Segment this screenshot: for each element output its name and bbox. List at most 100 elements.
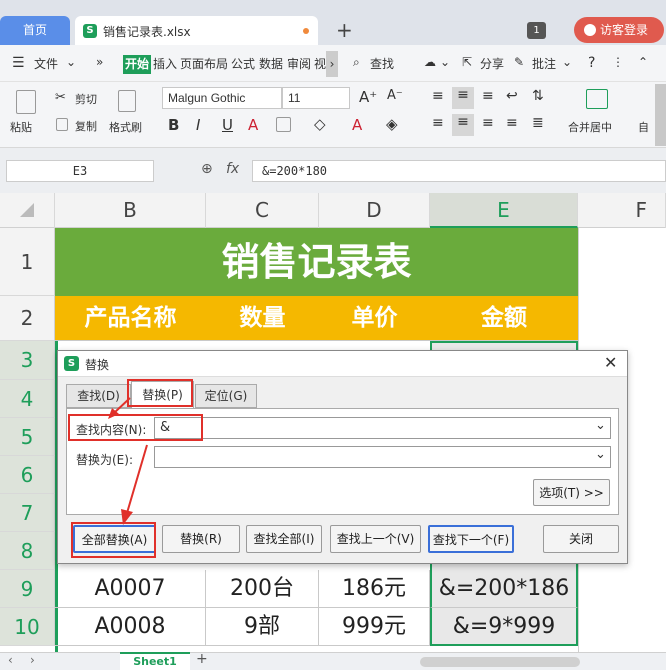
row-header-6[interactable]: 6 (0, 456, 55, 494)
window-count-badge[interactable]: 1 (527, 22, 546, 39)
more-left-icon[interactable]: » (96, 55, 103, 69)
increase-font-icon[interactable]: A⁺ (359, 88, 377, 106)
distributed-icon[interactable]: ≣ (532, 115, 544, 131)
align-left-icon[interactable]: ≡ (432, 115, 444, 131)
underline-icon[interactable]: U (222, 116, 233, 134)
scroll-right-icon[interactable]: › (326, 51, 338, 77)
eraser-icon[interactable]: ◈ (386, 115, 398, 133)
font-color-icon[interactable]: A (248, 116, 258, 134)
formula-input[interactable]: &=200*180 (252, 160, 666, 182)
sheet-tab-sheet1[interactable]: Sheet1 (120, 652, 190, 670)
find-dropdown-icon[interactable]: ⌄ (595, 418, 606, 433)
annotate-icon[interactable]: ✎ (514, 55, 524, 69)
add-sheet-button[interactable]: + (196, 651, 208, 667)
tab-goto[interactable]: 定位(G) (195, 384, 257, 408)
column-header-e[interactable]: E (430, 193, 578, 228)
new-tab-button[interactable]: + (336, 18, 353, 42)
toolbar-scrollbar[interactable] (655, 84, 666, 146)
cell-c9[interactable]: 200台 (206, 570, 319, 608)
header-quantity[interactable]: 数量 (206, 296, 319, 341)
font-size-select[interactable]: 11 (282, 87, 350, 109)
column-header-d[interactable]: D (319, 193, 430, 228)
column-header-b[interactable]: B (55, 193, 206, 228)
next-sheet-icon[interactable]: › (30, 653, 35, 667)
row-header-8[interactable]: 8 (0, 532, 55, 570)
bold-icon[interactable]: B (168, 116, 179, 134)
row-header-1[interactable]: 1 (0, 228, 55, 296)
row-header-9[interactable]: 9 (0, 570, 55, 608)
column-header-f[interactable]: F (578, 193, 666, 228)
collapse-ribbon-icon[interactable]: ⌃ (638, 55, 648, 69)
menu-view[interactable]: 视 (314, 55, 326, 72)
replace-dropdown-icon[interactable]: ⌄ (595, 447, 606, 462)
column-header-c[interactable]: C (206, 193, 319, 228)
menu-search[interactable]: 查找 (370, 55, 394, 72)
menu-annotate[interactable]: 批注 (532, 55, 556, 72)
align-top-icon[interactable]: ≡ (432, 88, 444, 104)
cell-e10[interactable]: &=9*999 (430, 608, 578, 646)
more-icon[interactable]: ⋮ (612, 55, 624, 69)
border-icon[interactable] (276, 117, 291, 132)
align-middle-icon[interactable]: ≡ (452, 87, 474, 109)
hamburger-icon[interactable]: ☰ (12, 55, 25, 71)
chevron-down-icon[interactable]: ⌄ (440, 55, 450, 69)
cell-b9[interactable]: A0007 (55, 570, 206, 608)
cell-e9[interactable]: &=200*186 (430, 570, 578, 608)
row-header-4[interactable]: 4 (0, 380, 55, 418)
chevron-down-icon[interactable]: ⌄ (66, 55, 76, 69)
prev-sheet-icon[interactable]: ‹ (8, 653, 13, 667)
paste-button[interactable]: 粘贴 (10, 119, 32, 135)
cell-b10[interactable]: A0008 (55, 608, 206, 646)
select-all-corner[interactable] (0, 193, 55, 228)
share-icon[interactable]: ⇱ (462, 55, 472, 69)
row-header-7[interactable]: 7 (0, 494, 55, 532)
format-painter-button[interactable]: 格式刷 (109, 119, 142, 135)
cell-d9[interactable]: 186元 (319, 570, 430, 608)
decrease-font-icon[interactable]: A⁻ (387, 88, 403, 103)
row-header-5[interactable]: 5 (0, 418, 55, 456)
help-icon[interactable]: ? (588, 55, 595, 71)
tab-home[interactable]: 首页 (0, 16, 70, 45)
row-header-2[interactable]: 2 (0, 296, 55, 341)
italic-icon[interactable]: I (196, 116, 200, 134)
cloud-icon[interactable]: ☁ (424, 55, 436, 69)
menu-formula[interactable]: 公式 (231, 55, 255, 72)
dialog-titlebar[interactable]: S 替换 ✕ (58, 351, 627, 377)
cell-c10[interactable]: 9部 (206, 608, 319, 646)
sheet-title-cell[interactable]: 销售记录表 (55, 228, 578, 296)
merge-center-button[interactable]: 合并居中 (568, 119, 612, 135)
menu-insert[interactable]: 插入 (153, 55, 177, 72)
menu-page-layout[interactable]: 页面布局 (180, 55, 228, 72)
zoom-search-icon[interactable]: ⊕ (201, 161, 213, 177)
orientation-icon[interactable]: ⇅ (532, 88, 544, 104)
menu-home[interactable]: 开始 (123, 55, 151, 74)
close-icon[interactable]: ✕ (604, 353, 617, 372)
options-button[interactable]: 选项(T) >> (533, 479, 610, 506)
text-color-icon[interactable]: A (352, 116, 362, 134)
name-box[interactable]: E3 (6, 160, 154, 182)
close-button[interactable]: 关闭 (543, 525, 619, 553)
auto-button[interactable]: 自 (638, 119, 649, 135)
cell-d10[interactable]: 999元 (319, 608, 430, 646)
menu-data[interactable]: 数据 (259, 55, 283, 72)
find-all-button[interactable]: 查找全部(I) (246, 525, 322, 553)
row-header-3[interactable]: 3 (0, 341, 55, 380)
fill-color-icon[interactable]: ◇ (314, 115, 326, 133)
row-header-10[interactable]: 10 (0, 608, 55, 646)
header-product-name[interactable]: 产品名称 (55, 296, 206, 341)
copy-button[interactable]: 复制 (75, 118, 97, 134)
chevron-down-icon[interactable]: ⌄ (562, 55, 572, 69)
header-amount[interactable]: 金额 (430, 296, 578, 341)
header-unit-price[interactable]: 单价 (319, 296, 430, 341)
font-family-select[interactable]: Malgun Gothic (162, 87, 282, 109)
fx-icon[interactable]: fx (226, 161, 239, 177)
find-input[interactable]: & (154, 417, 611, 439)
login-button[interactable]: 访客登录 (574, 17, 664, 43)
align-bottom-icon[interactable]: ≡ (482, 88, 494, 104)
paste-icon[interactable] (16, 90, 36, 114)
menu-review[interactable]: 审阅 (287, 55, 311, 72)
find-next-button[interactable]: 查找下一个(F) (428, 525, 514, 553)
tab-file[interactable]: S 销售记录表.xlsx (75, 16, 318, 45)
align-right-icon[interactable]: ≡ (482, 115, 494, 131)
wrap-text-icon[interactable]: ↩ (506, 88, 518, 104)
